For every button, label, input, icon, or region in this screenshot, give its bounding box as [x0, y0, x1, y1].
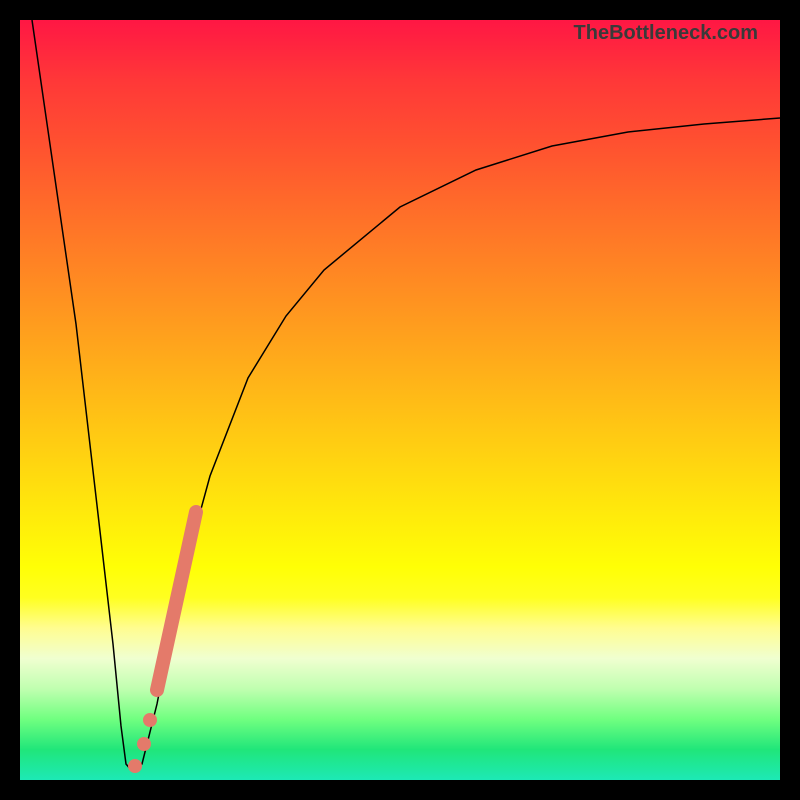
plot-area: TheBottleneck.com: [20, 20, 780, 780]
highlight-dot-1: [128, 759, 142, 773]
highlight-dot-2: [137, 737, 151, 751]
highlight-segment: [157, 512, 196, 690]
bottleneck-curve: [32, 20, 780, 771]
curve-svg: [20, 20, 780, 780]
chart-container: TheBottleneck.com: [0, 0, 800, 800]
highlight-dot-3: [143, 713, 157, 727]
attribution-label: TheBottleneck.com: [574, 22, 758, 45]
